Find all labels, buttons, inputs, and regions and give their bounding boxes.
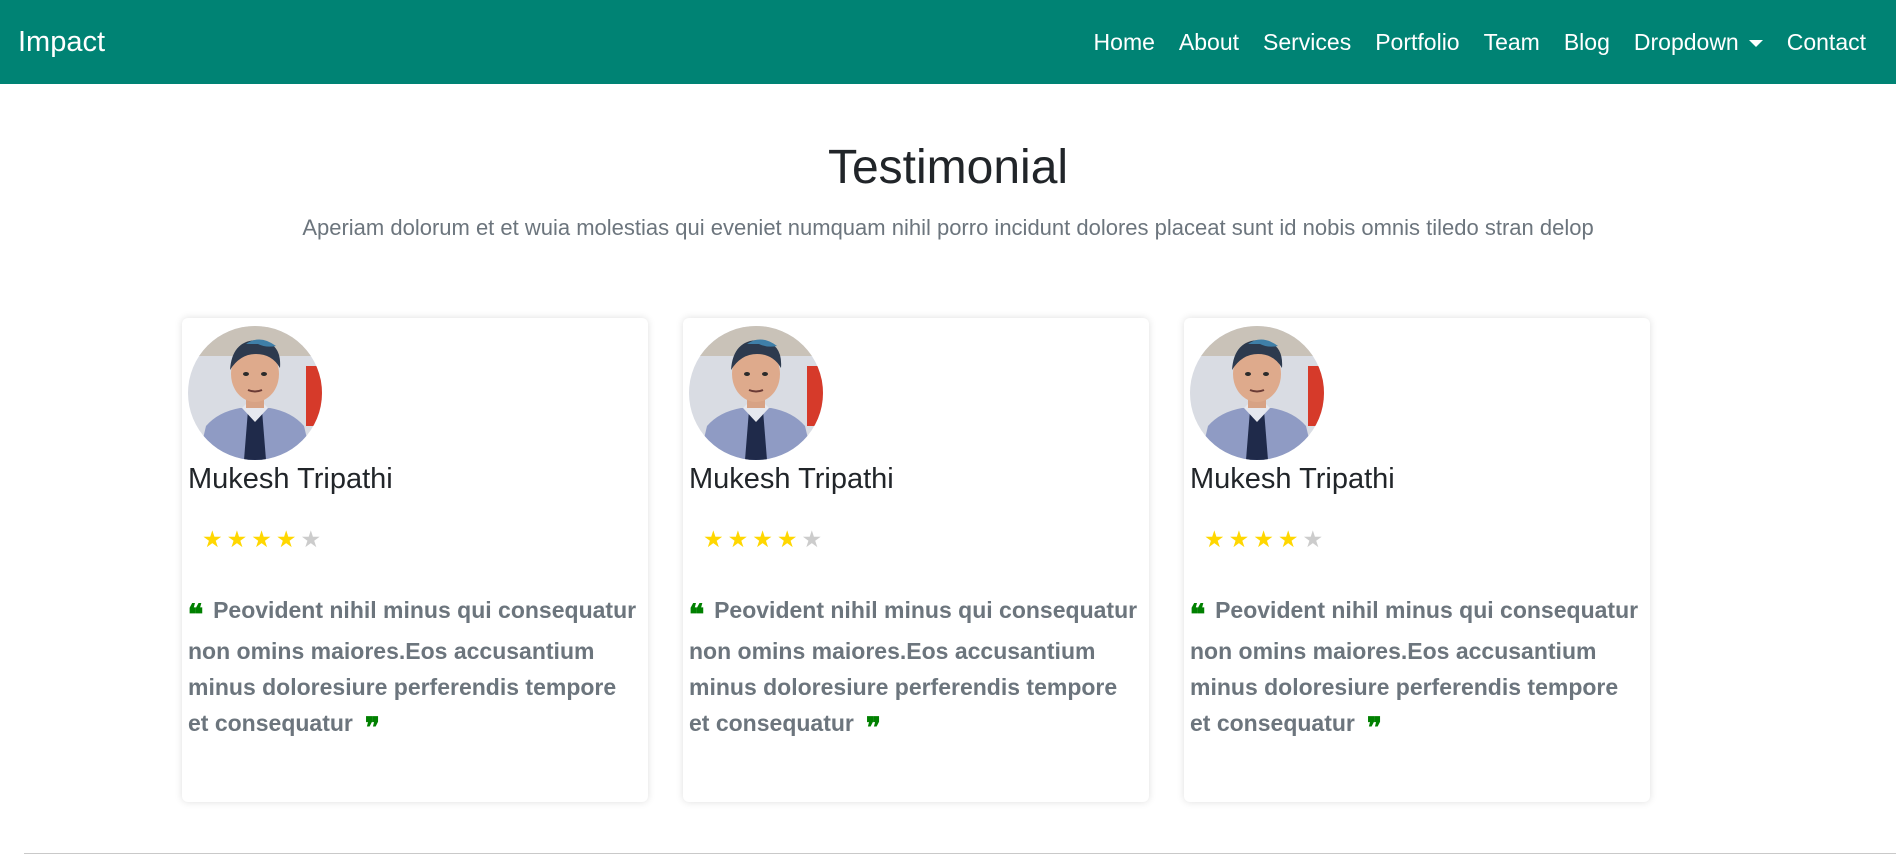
quote-right-icon: ❞ [865,711,881,744]
star-rating: ★ ★ ★ ★ ★ [703,526,1143,552]
testimonial-card: Mukesh Tripathi ★ ★ ★ ★ ★ ❝ Peovident nih… [683,318,1149,802]
quote-right-icon: ❞ [1366,711,1382,744]
nav-link-contact[interactable]: Contact [1787,29,1866,56]
nav-link-team[interactable]: Team [1484,29,1540,56]
testimonial-quote: ❝ Peovident nihil minus qui consequatur n… [1190,592,1644,746]
testimonial-quote-text: Peovident nihil minus qui consequatur no… [689,597,1138,736]
nav-link-services[interactable]: Services [1263,29,1351,56]
nav-link-home[interactable]: Home [1094,29,1155,56]
star-rating: ★ ★ ★ ★ ★ [202,526,642,552]
nav-item-services: Services [1263,29,1351,56]
nav-link-dropdown[interactable]: Dropdown [1634,29,1763,56]
star-empty-icon: ★ [300,526,322,552]
nav-item-portfolio: Portfolio [1375,29,1459,56]
nav-item-about: About [1179,29,1239,56]
nav-link-blog[interactable]: Blog [1564,29,1610,56]
quote-left-icon: ❝ [1189,598,1206,631]
star-filled-icon: ★ [1277,526,1299,552]
avatar-photo-icon [188,326,322,460]
star-filled-icon: ★ [275,526,297,552]
top-navbar: Impact Home About Services Portfolio Tea… [0,0,1896,84]
testimonial-quote: ❝ Peovident nihil minus qui consequatur n… [689,592,1143,746]
avatar [188,326,322,460]
star-filled-icon: ★ [202,526,223,552]
star-filled-icon: ★ [1253,526,1274,552]
testimonial-quote-text: Peovident nihil minus qui consequatur no… [1190,597,1639,736]
quote-left-icon: ❝ [187,598,204,631]
testimonial-name: Mukesh Tripathi [1190,463,1395,495]
nav-item-team: Team [1484,29,1540,56]
star-filled-icon: ★ [727,526,749,552]
star-rating: ★ ★ ★ ★ ★ [1204,526,1644,552]
star-filled-icon: ★ [776,526,798,552]
testimonial-card: Mukesh Tripathi ★ ★ ★ ★ ★ ❝ Peovident nih… [182,318,648,802]
star-filled-icon: ★ [1228,526,1250,552]
section-subtitle: Aperiam dolorum et et wuia molestias qui… [302,215,1594,240]
section-divider [24,853,1896,854]
star-filled-icon: ★ [1204,526,1225,552]
quote-left-icon: ❝ [688,598,705,631]
brand-logo-link[interactable]: Impact [18,24,105,60]
nav-item-blog: Blog [1564,29,1610,56]
star-filled-icon: ★ [226,526,248,552]
caret-down-icon [1748,39,1763,47]
star-filled-icon: ★ [251,526,272,552]
star-filled-icon: ★ [752,526,773,552]
avatar [1190,326,1324,460]
nav-link-about[interactable]: About [1179,29,1239,56]
nav-dropdown-label: Dropdown [1633,28,1739,55]
nav-item-contact: Contact [1787,29,1866,56]
nav-link-portfolio[interactable]: Portfolio [1375,29,1459,56]
avatar-photo-icon [1190,326,1324,460]
quote-right-icon: ❞ [364,711,380,744]
avatar [689,326,823,460]
testimonial-card: Mukesh Tripathi ★ ★ ★ ★ ★ ❝ Peovident nih… [1184,318,1650,802]
nav-item-dropdown: Dropdown [1634,29,1763,56]
nav-item-home: Home [1094,29,1155,56]
section-title: Testimonial [827,141,1069,194]
star-empty-icon: ★ [801,526,823,552]
testimonial-name: Mukesh Tripathi [689,463,894,495]
testimonial-quote-text: Peovident nihil minus qui consequatur no… [188,597,637,736]
testimonial-list: Mukesh Tripathi ★ ★ ★ ★ ★ ❝ Peovident nih… [182,318,1650,802]
testimonial-quote: ❝ Peovident nihil minus qui consequatur n… [188,592,642,746]
star-empty-icon: ★ [1302,526,1324,552]
main-nav: Home About Services Portfolio Team Blog … [1070,0,1866,84]
star-filled-icon: ★ [703,526,724,552]
testimonial-name: Mukesh Tripathi [188,463,393,495]
avatar-photo-icon [689,326,823,460]
